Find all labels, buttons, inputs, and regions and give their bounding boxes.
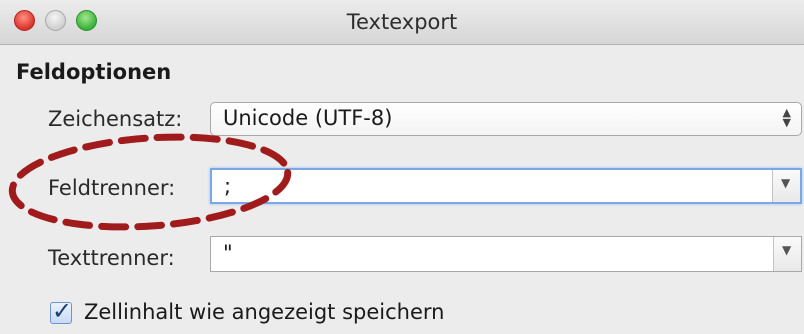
- annotation-ellipse: [8, 133, 292, 231]
